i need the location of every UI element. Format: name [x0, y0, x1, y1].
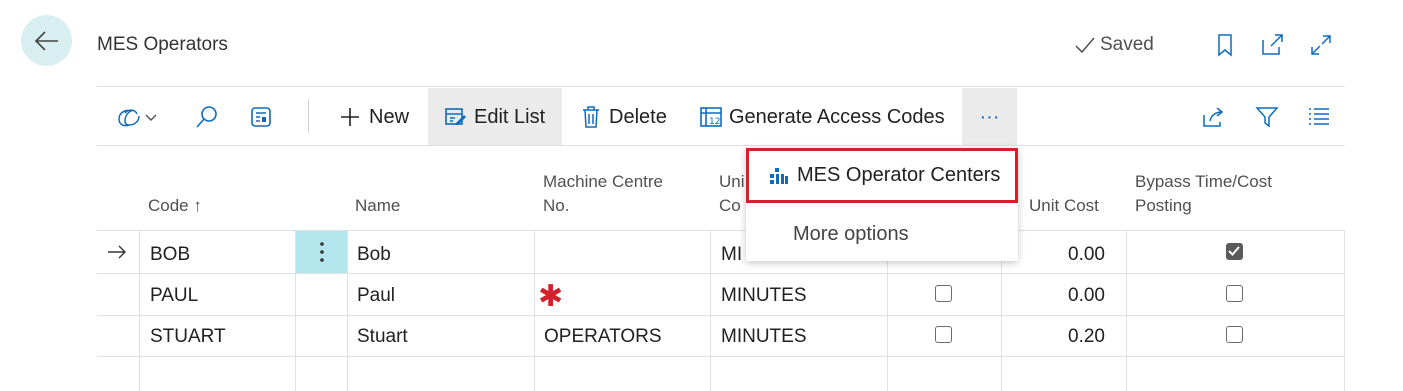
row-menu-button[interactable] — [296, 231, 347, 273]
delete-icon — [583, 106, 599, 128]
row-menu-icon — [319, 242, 324, 262]
machine-centre-header-line2: No. — [543, 196, 570, 215]
filter-button[interactable] — [1255, 88, 1279, 146]
delete-button[interactable]: Delete — [581, 88, 667, 146]
share-button[interactable] — [1201, 88, 1227, 146]
svg-text:12: 12 — [709, 117, 720, 127]
flag-checkbox[interactable] — [935, 285, 952, 302]
saved-status: Saved — [1074, 34, 1154, 56]
cell-machine-centre[interactable]: OPERATORS — [544, 326, 662, 348]
bypass-checkbox[interactable] — [1226, 243, 1243, 260]
required-field-indicator[interactable]: ✱ — [538, 279, 563, 314]
check-icon — [1075, 37, 1095, 54]
edit-list-label: Edit List — [474, 105, 546, 128]
copilot-button[interactable] — [115, 88, 163, 146]
cell-code[interactable]: BOB — [150, 244, 190, 266]
uom-header-line1: Uni — [719, 172, 745, 191]
bookmark-icon[interactable] — [1213, 33, 1237, 57]
bypass-checkbox[interactable] — [1226, 326, 1243, 343]
menu-item-more-options[interactable]: More options — [746, 210, 1018, 258]
open-new-icon[interactable] — [1260, 33, 1284, 57]
code-header-label: Code — [148, 196, 189, 215]
column-header-code[interactable]: Code ↑ — [148, 194, 202, 218]
back-button[interactable] — [21, 15, 72, 66]
bypass-header-line2: Posting — [1135, 196, 1192, 215]
plus-icon — [341, 108, 359, 126]
edit-list-button[interactable]: Edit List — [428, 88, 562, 146]
cell-name[interactable]: Bob — [357, 244, 391, 266]
filter-pane-button[interactable] — [249, 88, 273, 146]
expand-icon[interactable] — [1309, 33, 1333, 57]
cell-uom[interactable]: MINUTES — [721, 285, 807, 307]
delete-label: Delete — [609, 105, 667, 128]
cell-name[interactable]: Stuart — [357, 326, 408, 348]
checkmark-icon — [1228, 246, 1240, 256]
share-icon — [1203, 107, 1224, 127]
operator-centers-label: MES Operator Centers — [797, 164, 1001, 186]
saved-label: Saved — [1100, 34, 1154, 55]
list-view-button[interactable] — [1307, 88, 1331, 146]
cell-unit-cost[interactable]: 0.20 — [1001, 326, 1105, 348]
action-bar: New Edit List Delete 12 Generate Access … — [97, 88, 1345, 146]
sort-ascending-icon: ↑ — [193, 196, 202, 215]
operator-centers-icon — [770, 167, 788, 184]
page-title: MES Operators — [97, 34, 228, 55]
filter-icon — [1255, 107, 1279, 128]
search-icon — [196, 106, 217, 128]
uom-header-line2: Co — [719, 196, 741, 215]
cell-unit-cost[interactable]: 0.00 — [1001, 285, 1105, 307]
cell-name[interactable]: Paul — [357, 285, 395, 307]
edit-list-icon — [445, 108, 466, 125]
bypass-header-line1: Bypass Time/Cost — [1135, 172, 1272, 191]
generate-codes-icon: 12 — [700, 107, 722, 127]
new-label: New — [369, 105, 410, 128]
row-arrow-icon — [108, 245, 126, 259]
list-icon — [1309, 108, 1329, 125]
column-header-bypass[interactable]: Bypass Time/Cost Posting — [1135, 170, 1272, 218]
bypass-checkbox[interactable] — [1226, 285, 1243, 302]
cell-code[interactable]: STUART — [150, 326, 226, 348]
more-actions-menu: MES Operator Centers More options — [746, 148, 1018, 261]
filter-pane-icon — [251, 107, 271, 127]
cell-code[interactable]: PAUL — [150, 285, 198, 307]
new-button[interactable]: New — [339, 88, 409, 146]
menu-item-operator-centers[interactable]: MES Operator Centers — [746, 148, 1018, 203]
column-header-unit-cost[interactable]: Unit Cost — [1029, 194, 1099, 218]
generate-access-codes-button[interactable]: 12 Generate Access Codes — [699, 88, 945, 146]
flag-checkbox[interactable] — [935, 326, 952, 343]
generate-access-codes-label: Generate Access Codes — [729, 105, 945, 128]
back-arrow-icon — [34, 30, 58, 51]
more-actions-button[interactable]: ··· — [962, 88, 1017, 146]
column-header-machine-centre[interactable]: Machine Centre No. — [543, 170, 663, 218]
column-header-name[interactable]: Name — [355, 194, 400, 218]
column-header-unit-of-measure[interactable]: Uni Co — [719, 170, 745, 218]
cell-uom[interactable]: MI — [721, 244, 742, 266]
copilot-icon — [118, 109, 157, 127]
machine-centre-header-line1: Machine Centre — [543, 172, 664, 191]
search-button[interactable] — [194, 88, 220, 146]
cell-uom[interactable]: MINUTES — [721, 326, 807, 348]
